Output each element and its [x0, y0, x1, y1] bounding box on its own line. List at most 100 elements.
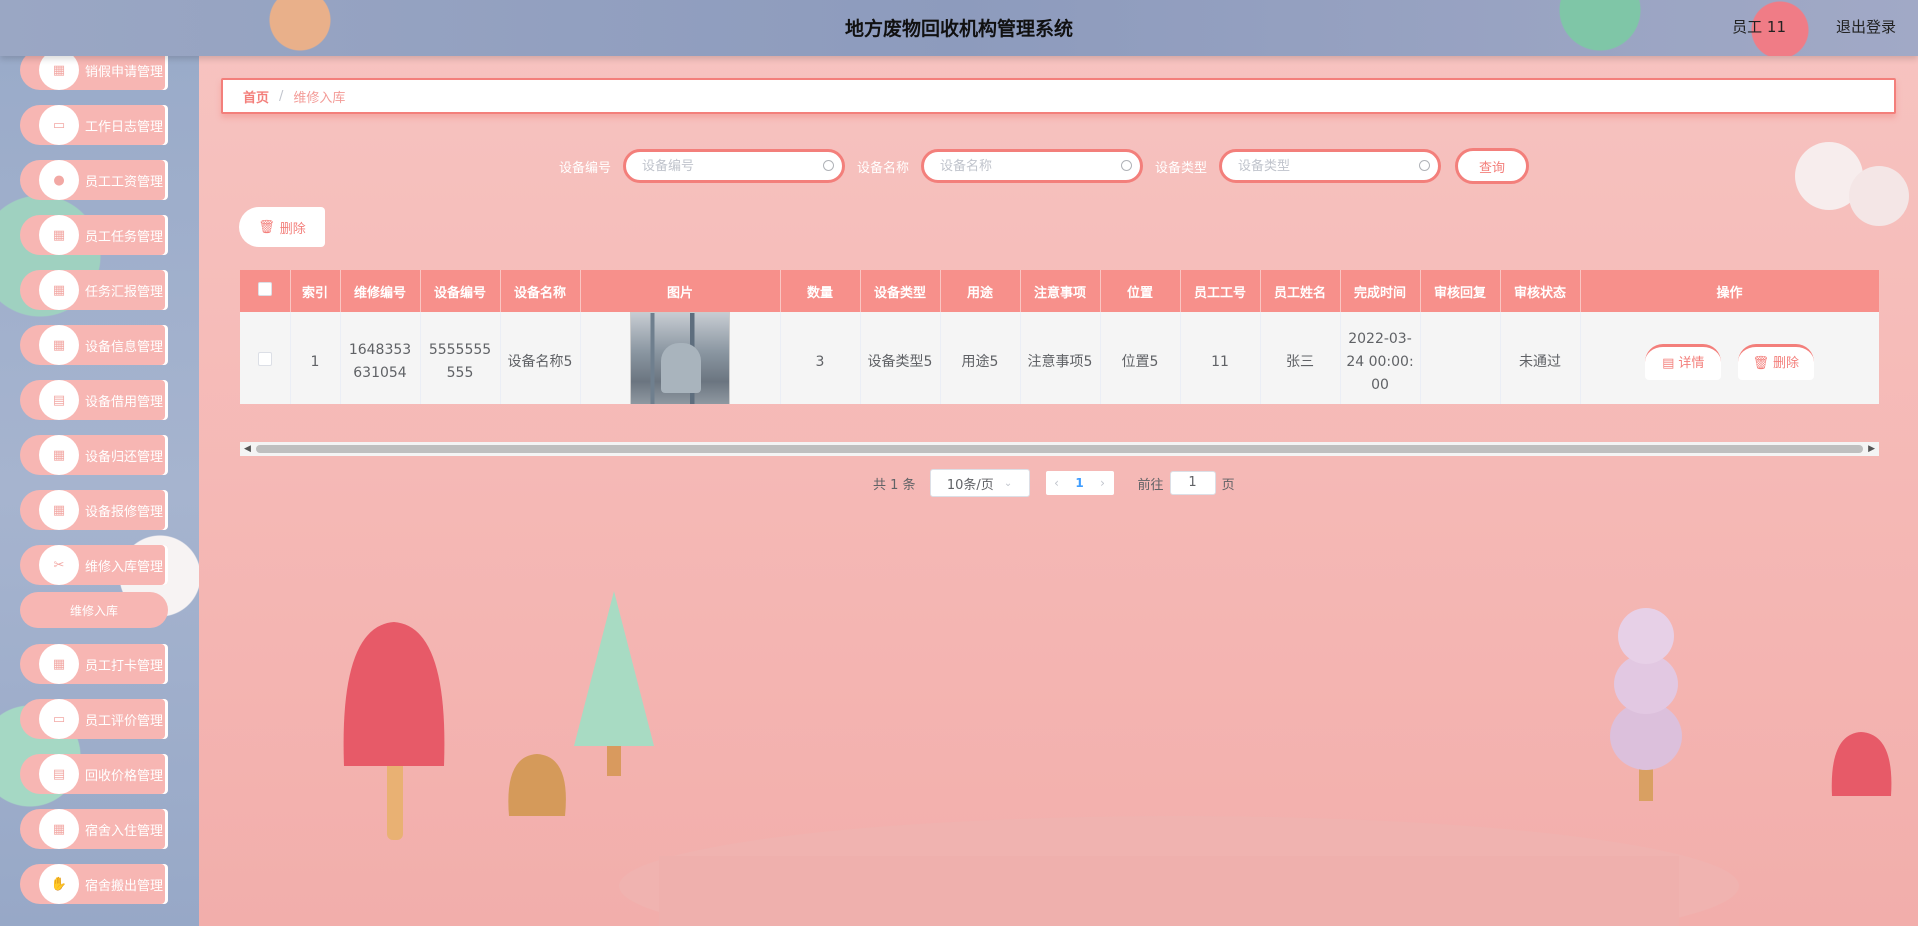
batch-delete-label: 删除 — [279, 221, 306, 237]
chevron-down-icon: ⌄ — [1003, 477, 1013, 489]
prev-page-icon[interactable]: ‹ — [1046, 476, 1068, 490]
cell-device-name: 设备名称5 — [500, 312, 581, 404]
column-header: 员工工号 — [1180, 270, 1261, 312]
next-page-icon[interactable]: › — [1092, 476, 1114, 490]
cloud — [1849, 166, 1909, 226]
cell-staff-name: 张三 — [1260, 312, 1341, 404]
sidebar-subitem-repair-storage[interactable]: 维修入库 — [20, 592, 168, 628]
sidebar-item-label: 销假申请管理 — [85, 64, 164, 80]
sidebar-item-work-log[interactable]: ▭ 工作日志管理 — [20, 105, 168, 145]
table-row: 1 1648353631054 5555555555 设备名称5 3 设备类型5… — [240, 312, 1879, 404]
cell-quantity: 3 — [780, 312, 861, 404]
cell-image — [580, 312, 781, 404]
search-bar: 设备编号 设备名称 设备类型 查询 — [559, 148, 1530, 184]
select-all-checkbox[interactable] — [257, 282, 272, 296]
page-size-value: 10条/页 — [946, 477, 994, 493]
sidebar-item-evaluation[interactable]: ▭ 员工评价管理 — [20, 699, 168, 739]
scroll-right-icon[interactable]: ▶ — [1868, 444, 1875, 454]
sidebar-item-dorm-checkin[interactable]: ▦ 宿舍入住管理 — [20, 809, 168, 849]
sidebar-item-device-info[interactable]: ▦ 设备信息管理 — [20, 325, 168, 365]
device-name-field — [921, 149, 1144, 183]
row-delete-button[interactable]: 🗑 删除 — [1737, 344, 1814, 380]
sidebar-item-leave-cancel[interactable]: ▦ 销假申请管理 — [20, 56, 168, 90]
device-type-label: 设备类型 — [1155, 160, 1208, 176]
breadcrumb-separator: / — [279, 88, 284, 104]
sidebar-item-device-return[interactable]: ▦ 设备归还管理 — [20, 435, 168, 475]
sidebar-item-dorm-checkout[interactable]: ✋ 宿舍搬出管理 — [20, 864, 168, 904]
tree-trunk — [607, 736, 621, 776]
sidebar-item-label: 维修入库管理 — [85, 559, 164, 575]
page-size-select[interactable]: 10条/页 ⌄ — [929, 469, 1030, 497]
sidebar-item-label: 员工打卡管理 — [85, 658, 164, 674]
device-no-input[interactable] — [626, 152, 843, 180]
tower-ring — [1618, 608, 1674, 664]
cell-device-no: 5555555555 — [420, 312, 501, 404]
sidebar-item-label: 宿舍搬出管理 — [85, 878, 164, 894]
cell-staff-no: 11 — [1180, 312, 1261, 404]
dome — [508, 754, 566, 816]
device-type-field — [1219, 149, 1442, 183]
column-header: 索引 — [290, 270, 341, 312]
trash-icon: 🗑 — [258, 219, 275, 235]
grid-icon: ▦ — [39, 809, 79, 849]
current-page[interactable]: 1 — [1068, 476, 1092, 490]
scroll-left-icon[interactable]: ◀ — [244, 444, 251, 454]
pagination-total: 共 1 条 — [873, 477, 916, 493]
device-photo[interactable] — [630, 312, 730, 404]
grid-icon: ▦ — [39, 435, 79, 475]
pagination: 共 1 条 10条/页 ⌄ ‹ 1 › 前往 1 页 — [873, 469, 1235, 497]
search-icon — [1121, 160, 1133, 171]
device-no-label: 设备编号 — [559, 160, 612, 176]
sidebar-item-clock-in[interactable]: ▦ 员工打卡管理 — [20, 644, 168, 684]
sidebar-item-device-repair[interactable]: ▦ 设备报修管理 — [20, 490, 168, 530]
sidebar-item-label: 回收价格管理 — [85, 768, 164, 784]
stage-base — [659, 856, 1679, 926]
cell-device-type: 设备类型5 — [860, 312, 941, 404]
logout-link[interactable]: 退出登录 — [1836, 16, 1896, 37]
grid-icon: ▦ — [39, 644, 79, 684]
row-checkbox[interactable] — [257, 351, 272, 366]
document-icon: ▤ — [39, 754, 79, 794]
grid-icon: ▦ — [39, 215, 79, 255]
sidebar-item-label: 员工评价管理 — [85, 713, 164, 729]
grid-icon: ▦ — [39, 490, 79, 530]
select-all-cell — [240, 270, 291, 312]
sidebar-item-salary[interactable]: ● 员工工资管理 — [20, 160, 168, 200]
table-horizontal-scrollbar[interactable]: ◀ ▶ — [240, 442, 1879, 456]
sidebar-item-task-report[interactable]: ▦ 任务汇报管理 — [20, 270, 168, 310]
main-content: 首页 / 维修入库 设备编号 设备名称 设备类型 查询 🗑 删除 — [199, 56, 1918, 926]
device-name-label: 设备名称 — [857, 160, 910, 176]
user-icon: ● — [39, 160, 79, 200]
device-name-input[interactable] — [924, 152, 1141, 180]
cell-index: 1 — [290, 312, 341, 404]
goto-page-input[interactable]: 1 — [1169, 471, 1216, 495]
device-no-field — [623, 149, 846, 183]
tower-ring — [1614, 654, 1678, 714]
breadcrumb: 首页 / 维修入库 — [221, 78, 1896, 114]
sidebar-item-label: 员工任务管理 — [85, 229, 164, 245]
cell-notes: 注意事项5 — [1020, 312, 1101, 404]
device-type-input[interactable] — [1222, 152, 1439, 180]
sidebar-item-device-borrow[interactable]: ▤ 设备借用管理 — [20, 380, 168, 420]
query-button[interactable]: 查询 — [1455, 148, 1530, 184]
sidebar-item-tasks[interactable]: ▦ 员工任务管理 — [20, 215, 168, 255]
document-icon: ▤ — [1662, 356, 1675, 371]
cell-purpose: 用途5 — [940, 312, 1021, 404]
sidebar-item-recycle-price[interactable]: ▤ 回收价格管理 — [20, 754, 168, 794]
row-select-cell — [240, 312, 291, 404]
data-table: 索引 维修编号 设备编号 设备名称 图片 数量 设备类型 用途 注意事项 位置 … — [240, 270, 1879, 404]
column-header: 图片 — [580, 270, 781, 312]
goto-label: 前往 — [1137, 477, 1164, 493]
grid-icon: ▦ — [39, 56, 79, 90]
detail-button[interactable]: ▤ 详情 — [1645, 344, 1722, 380]
cell-repair-no: 1648353631054 — [340, 312, 421, 404]
cell-review-reply — [1420, 312, 1501, 404]
sidebar-item-label: 宿舍入住管理 — [85, 823, 164, 839]
scrollbar-thumb[interactable] — [256, 445, 1863, 453]
page-suffix: 页 — [1221, 477, 1235, 493]
sidebar: ▦ 销假申请管理 ▭ 工作日志管理 ● 员工工资管理 ▦ 员工任务管理 ▦ 任务… — [0, 56, 199, 926]
batch-delete-button[interactable]: 🗑 删除 — [239, 207, 325, 247]
breadcrumb-home[interactable]: 首页 — [243, 87, 269, 106]
sidebar-item-repair-storage[interactable]: ✂ 维修入库管理 — [20, 545, 168, 585]
popsicle-stick — [387, 760, 403, 840]
